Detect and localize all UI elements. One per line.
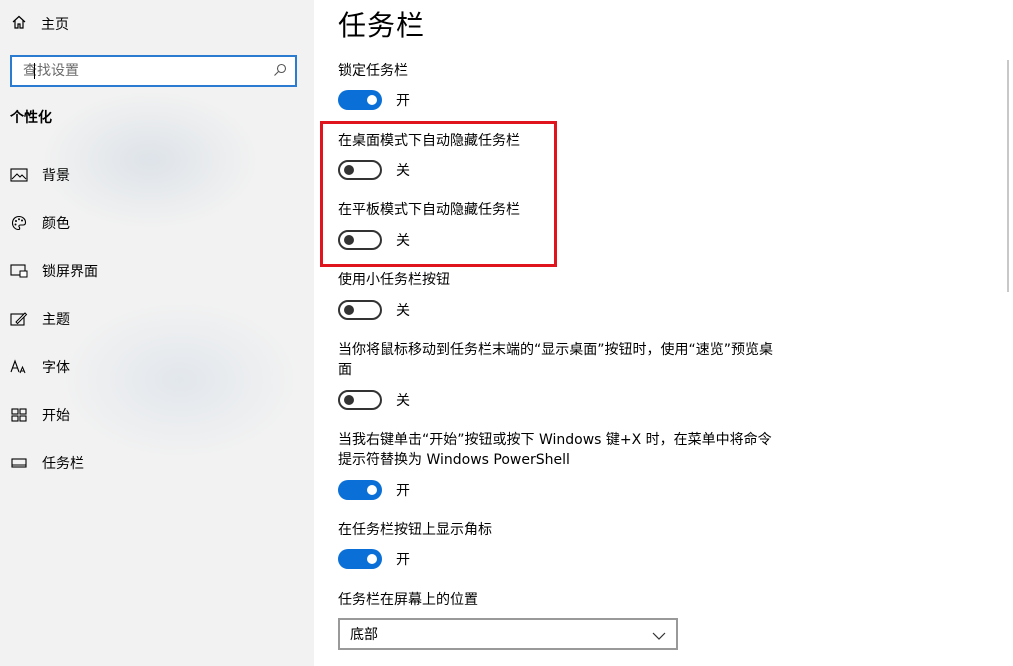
sidebar-item-label: 颜色 xyxy=(42,216,70,232)
setting-label: 锁定任务栏 xyxy=(338,63,408,79)
sidebar-item-label: 主题 xyxy=(42,312,70,328)
sidebar-item-start[interactable]: 开始 xyxy=(0,395,314,435)
main-content: 任务栏 锁定任务栏 开 在桌面模式下自动隐藏任务栏 关 在平板模式下自动隐藏任务… xyxy=(314,0,1013,666)
sidebar-item-taskbar[interactable]: 任务栏 xyxy=(0,443,314,483)
badges-toggle-row[interactable]: 开 xyxy=(338,549,410,569)
text-caret xyxy=(34,63,35,79)
small-buttons-toggle-row[interactable]: 关 xyxy=(338,300,410,320)
small-buttons-toggle[interactable] xyxy=(338,300,382,320)
sidebar-item-themes[interactable]: 主题 xyxy=(0,299,314,339)
sidebar-item-fonts[interactable]: 字体 xyxy=(0,347,314,387)
sidebar-item-label: 背景 xyxy=(42,168,70,184)
sidebar-item-label: 锁屏界面 xyxy=(42,264,98,280)
sidebar: 主页 个性化 背景 颜色 锁屏界面 主题 字体 xyxy=(0,0,314,666)
toggle-state: 开 xyxy=(396,483,410,499)
section-title: 个性化 xyxy=(10,110,52,126)
search-icon[interactable] xyxy=(273,62,287,81)
badges-toggle[interactable] xyxy=(338,549,382,569)
picture-icon xyxy=(10,166,28,184)
lock-taskbar-toggle[interactable] xyxy=(338,90,382,110)
toggle-knob xyxy=(367,485,377,495)
toggle-state: 关 xyxy=(396,393,410,409)
sidebar-item-lock-screen[interactable]: 锁屏界面 xyxy=(0,251,314,291)
setting-label: 当我右键单击“开始”按钮或按下 Windows 键+X 时，在菜单中将命令提示符… xyxy=(338,432,772,468)
powershell-toggle-row[interactable]: 开 xyxy=(338,480,410,500)
peek-toggle-row[interactable]: 关 xyxy=(338,390,410,410)
palette-icon xyxy=(10,214,28,232)
start-grid-icon xyxy=(10,406,28,424)
chevron-down-icon xyxy=(652,625,666,644)
toggle-state: 开 xyxy=(396,552,410,568)
font-icon xyxy=(10,358,28,376)
toggle-knob xyxy=(367,554,377,564)
theme-brush-icon xyxy=(10,310,28,328)
toggle-state: 关 xyxy=(396,303,410,319)
taskbar-position-select[interactable]: 底部 xyxy=(338,618,678,650)
setting-label: 当你将鼠标移动到任务栏末端的“显示桌面”按钮时，使用“速览”预览桌面 xyxy=(338,342,774,378)
sidebar-item-label: 任务栏 xyxy=(42,456,84,472)
search-input[interactable] xyxy=(23,63,273,79)
peek-toggle[interactable] xyxy=(338,390,382,410)
toggle-knob xyxy=(344,395,354,405)
toggle-state: 开 xyxy=(396,93,410,109)
toggle-knob xyxy=(367,95,377,105)
position-label: 任务栏在屏幕上的位置 xyxy=(338,592,478,608)
sidebar-item-label: 开始 xyxy=(42,408,70,424)
lock-screen-icon xyxy=(10,262,28,280)
toggle-knob xyxy=(344,305,354,315)
setting-label: 在任务栏按钮上显示角标 xyxy=(338,522,492,538)
home-label: 主页 xyxy=(41,17,69,33)
setting-label: 使用小任务栏按钮 xyxy=(338,272,450,288)
select-value: 底部 xyxy=(350,627,378,643)
highlight-box xyxy=(320,121,557,267)
home-icon xyxy=(11,14,27,34)
home-nav-item[interactable]: 主页 xyxy=(0,8,314,40)
sidebar-item-label: 字体 xyxy=(42,360,70,376)
search-box[interactable] xyxy=(10,55,297,87)
taskbar-icon xyxy=(10,454,28,472)
sidebar-item-background[interactable]: 背景 xyxy=(0,155,314,195)
powershell-toggle[interactable] xyxy=(338,480,382,500)
lock-taskbar-toggle-row[interactable]: 开 xyxy=(338,90,410,110)
sidebar-item-colors[interactable]: 颜色 xyxy=(0,203,314,243)
scrollbar[interactable] xyxy=(1007,60,1009,292)
page-title: 任务栏 xyxy=(338,9,426,42)
